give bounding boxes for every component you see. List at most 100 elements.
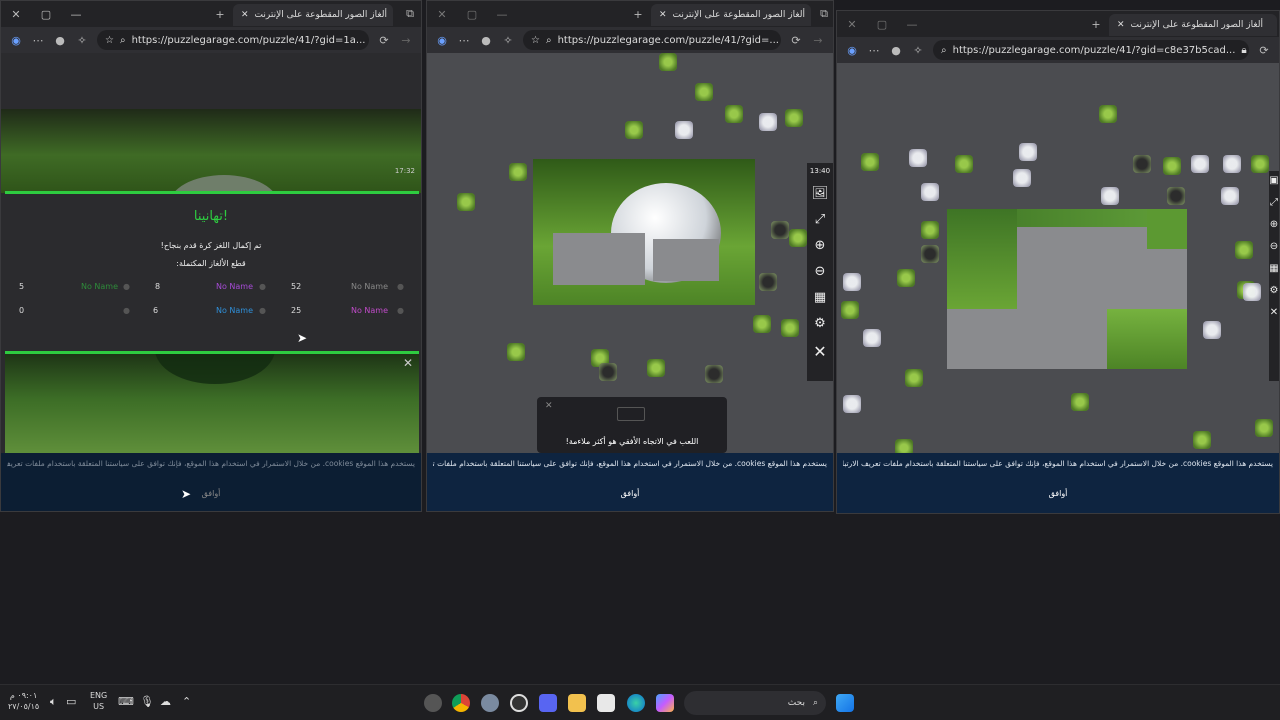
puzzle-piece[interactable] bbox=[1191, 155, 1209, 173]
edge-icon[interactable] bbox=[627, 694, 645, 712]
puzzle-piece[interactable] bbox=[659, 53, 677, 71]
puzzle-piece[interactable] bbox=[1133, 155, 1151, 173]
puzzle-piece[interactable] bbox=[1255, 419, 1273, 437]
puzzle-piece[interactable] bbox=[509, 163, 527, 181]
puzzle-piece[interactable] bbox=[843, 273, 861, 291]
copilot-icon[interactable]: ◉ bbox=[9, 34, 23, 47]
monitor-icon[interactable]: ▭ bbox=[66, 695, 76, 708]
profile-icon[interactable]: ● bbox=[889, 44, 903, 57]
puzzle-piece[interactable] bbox=[457, 193, 475, 211]
puzzle-piece[interactable] bbox=[647, 359, 665, 377]
puzzle-piece[interactable] bbox=[1203, 321, 1221, 339]
puzzle-piece[interactable] bbox=[1167, 187, 1185, 205]
zoom-out-icon[interactable]: ⊖ bbox=[815, 264, 826, 279]
url-field[interactable]: ☆ ⌕ https://puzzlegarage.com/puzzle/41/?… bbox=[523, 30, 781, 50]
favorite-icon[interactable]: ☆ bbox=[531, 35, 540, 46]
more-icon[interactable]: ⋯ bbox=[457, 34, 471, 47]
puzzle-piece[interactable] bbox=[1251, 155, 1269, 173]
puzzle-piece[interactable] bbox=[1243, 283, 1261, 301]
chevron-up-icon[interactable]: ⌃ bbox=[182, 695, 191, 708]
fullscreen-icon[interactable]: ⤢ bbox=[1270, 197, 1278, 208]
minimize-icon[interactable]: — bbox=[491, 8, 513, 21]
tab-actions-icon[interactable]: ⧉ bbox=[399, 7, 421, 21]
assembled-puzzle[interactable] bbox=[947, 209, 1187, 369]
restore-icon[interactable]: ▢ bbox=[871, 18, 893, 31]
minimize-icon[interactable]: — bbox=[901, 18, 923, 31]
puzzle-board[interactable]: ▣ ⤢ ⊕ ⊖ ▦ ⚙ ✕ bbox=[837, 63, 1279, 457]
zoom-in-icon[interactable]: ⊕ bbox=[815, 238, 826, 253]
tab-close-icon[interactable]: ✕ bbox=[659, 10, 667, 20]
puzzle-piece[interactable] bbox=[1071, 393, 1089, 411]
gear-icon[interactable]: ⚙ bbox=[1270, 285, 1279, 296]
puzzle-piece[interactable] bbox=[1019, 143, 1037, 161]
tab-close-icon[interactable]: ✕ bbox=[1117, 20, 1125, 30]
puzzle-piece[interactable] bbox=[759, 273, 777, 291]
puzzle-piece[interactable] bbox=[789, 229, 807, 247]
puzzle-piece[interactable] bbox=[897, 269, 915, 287]
puzzle-board[interactable]: 13:40 🖼︎ ⤢ ⊕ ⊖ ▦ ⚙ ✕ ✕ اللعب في الاتجاه … bbox=[427, 53, 833, 453]
close-window-icon[interactable]: ✕ bbox=[841, 18, 863, 31]
url-field[interactable]: ☆ ⌕ https://puzzlegarage.com/puzzle/41/?… bbox=[97, 30, 369, 50]
puzzle-piece[interactable] bbox=[705, 365, 723, 383]
close-window-icon[interactable]: ✕ bbox=[431, 8, 453, 21]
puzzle-piece[interactable] bbox=[921, 221, 939, 239]
keyboard-icon[interactable]: ⌨ bbox=[118, 695, 134, 708]
agree-button[interactable]: أوافق bbox=[1041, 487, 1076, 500]
restore-icon[interactable]: ▢ bbox=[461, 8, 483, 21]
image-preview-icon[interactable]: ▣ bbox=[1269, 175, 1278, 186]
settings-app-icon[interactable] bbox=[424, 694, 442, 712]
chrome-icon[interactable] bbox=[452, 694, 470, 712]
grid-icon[interactable]: ▦ bbox=[814, 290, 826, 305]
puzzle-piece[interactable] bbox=[1193, 431, 1211, 449]
more-icon[interactable]: ⋯ bbox=[867, 44, 881, 57]
file-explorer-icon[interactable] bbox=[568, 694, 586, 712]
puzzle-piece[interactable] bbox=[753, 315, 771, 333]
image-preview-icon[interactable]: 🖼︎ bbox=[812, 186, 829, 201]
tab-puzzle[interactable]: ✕ ألغاز الصور المقطوعة على الإنترنت bbox=[1109, 14, 1277, 36]
minimize-icon[interactable]: — bbox=[65, 8, 87, 21]
new-tab-icon[interactable]: + bbox=[209, 8, 231, 21]
puzzle-piece[interactable] bbox=[1013, 169, 1031, 187]
puzzle-piece[interactable] bbox=[599, 363, 617, 381]
puzzle-piece[interactable] bbox=[921, 245, 939, 263]
puzzle-piece[interactable] bbox=[1101, 187, 1119, 205]
extensions-icon[interactable]: ✧ bbox=[501, 34, 515, 47]
puzzle-piece[interactable] bbox=[843, 395, 861, 413]
close-icon[interactable]: ✕ bbox=[1270, 307, 1278, 318]
discord-icon[interactable] bbox=[539, 694, 557, 712]
microphone-icon[interactable]: 🎙︎ bbox=[140, 695, 154, 708]
forward-icon[interactable]: → bbox=[399, 34, 413, 47]
puzzle-piece[interactable] bbox=[861, 153, 879, 171]
restore-icon[interactable]: ▢ bbox=[35, 8, 57, 21]
puzzle-piece[interactable] bbox=[955, 155, 973, 173]
close-icon[interactable]: ✕ bbox=[813, 342, 826, 361]
puzzle-piece[interactable] bbox=[1163, 157, 1181, 175]
copilot-app-icon[interactable] bbox=[656, 694, 674, 712]
refresh-icon[interactable]: ⟳ bbox=[1257, 44, 1271, 57]
gear-icon[interactable]: ⚙ bbox=[814, 316, 826, 331]
puzzle-piece[interactable] bbox=[863, 329, 881, 347]
puzzle-piece[interactable] bbox=[909, 149, 927, 167]
puzzle-piece[interactable] bbox=[921, 183, 939, 201]
extensions-icon[interactable]: ✧ bbox=[75, 34, 89, 47]
zoom-out-icon[interactable]: ⊖ bbox=[1270, 241, 1278, 252]
puzzle-piece[interactable] bbox=[1099, 105, 1117, 123]
puzzle-piece[interactable] bbox=[695, 83, 713, 101]
url-field[interactable]: ⌕ https://puzzlegarage.com/puzzle/41/?gi… bbox=[933, 40, 1249, 60]
puzzle-piece[interactable] bbox=[1235, 241, 1253, 259]
obs-icon[interactable] bbox=[510, 694, 528, 712]
puzzle-piece[interactable] bbox=[625, 121, 643, 139]
puzzle-piece[interactable] bbox=[507, 343, 525, 361]
grid-icon[interactable]: ▦ bbox=[1269, 263, 1278, 274]
puzzle-piece[interactable] bbox=[771, 221, 789, 239]
profile-icon[interactable]: ● bbox=[479, 34, 493, 47]
agree-button[interactable]: أوافق bbox=[194, 487, 229, 500]
puzzle-piece[interactable] bbox=[785, 109, 803, 127]
close-ad-icon[interactable]: ✕ bbox=[403, 356, 413, 370]
copilot-icon[interactable]: ◉ bbox=[435, 34, 449, 47]
speaker-icon[interactable]: 🔈︎ bbox=[50, 695, 57, 709]
assembled-puzzle[interactable] bbox=[533, 159, 755, 305]
close-window-icon[interactable]: ✕ bbox=[5, 8, 27, 21]
fullscreen-icon[interactable]: ⤢ bbox=[815, 212, 825, 227]
clock[interactable]: ٠٩:٠١ م ٢٧/٠٥/١٥ bbox=[8, 690, 39, 712]
